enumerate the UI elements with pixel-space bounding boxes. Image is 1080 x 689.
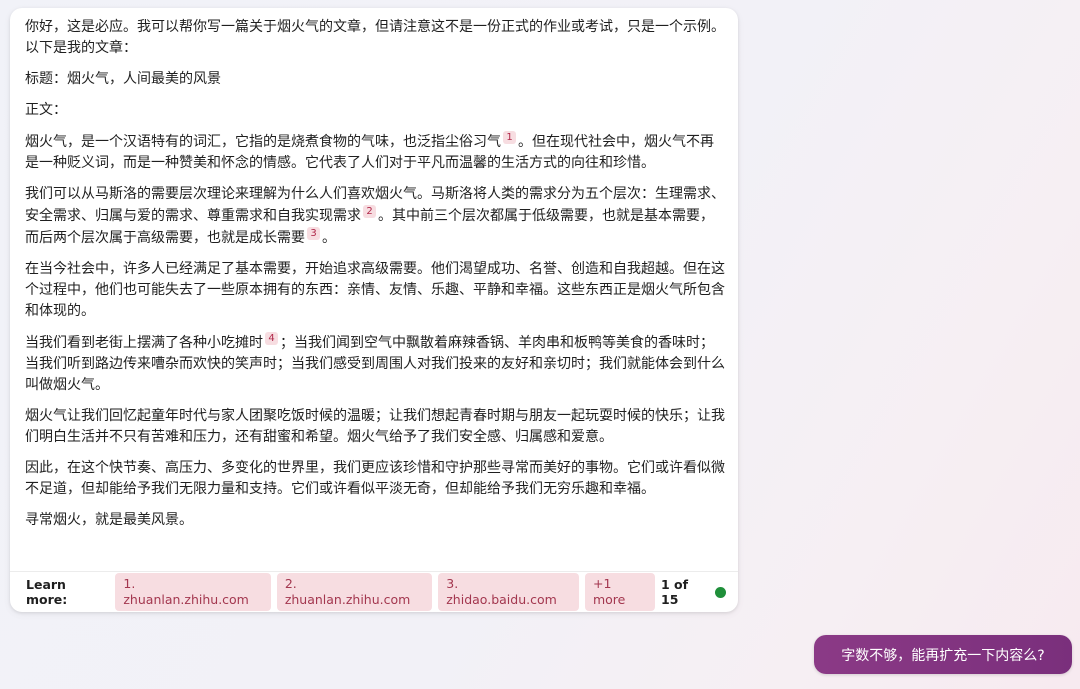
paragraph-3: 在当今社会中，许多人已经满足了基本需要，开始追求高级需要。他们渴望成功、名誉、创… xyxy=(25,261,725,319)
paragraph-2-text-c: 。 xyxy=(322,230,336,246)
paragraph-6: 因此，在这个快节奏、高压力、多变化的世界里，我们更应该珍惜和守护那些寻常而美好的… xyxy=(25,460,725,497)
status-dot-icon xyxy=(715,586,726,598)
response-text: 你好，这是必应。我可以帮你写一篇关于烟火气的文章，但请注意这不是一份正式的作业或… xyxy=(25,17,725,541)
more-sources-button[interactable]: +1 more xyxy=(584,573,655,611)
source-link-3[interactable]: 3. zhidao.baidu.com xyxy=(438,573,579,611)
body-label: 正文： xyxy=(25,102,67,118)
paragraph-4: 当我们看到老街上摆满了各种小吃摊时 4 ；当我们闻到空气中飘散着麻辣香锅、羊肉串和板… xyxy=(25,332,725,396)
citation-4[interactable]: 4 xyxy=(265,332,278,345)
learn-more-footer: Learn more: 1. zhuanlan.zhihu.com 2. zhu… xyxy=(26,573,726,611)
citation-1[interactable]: 1 xyxy=(503,131,516,144)
intro-paragraph: 你好，这是必应。我可以帮你写一篇关于烟火气的文章，但请注意这不是一份正式的作业或… xyxy=(25,19,725,56)
source-link-2[interactable]: 2. zhuanlan.zhihu.com xyxy=(276,573,433,611)
paragraph-5: 烟火气让我们回忆起童年时代与家人团聚吃饭时候的温暖；让我们想起青春时期与朋友一起… xyxy=(25,408,725,445)
source-link-1[interactable]: 1. zhuanlan.zhihu.com xyxy=(115,573,271,611)
assistant-response-card: 你好，这是必应。我可以帮你写一篇关于烟火气的文章，但请注意这不是一份正式的作业或… xyxy=(10,8,738,612)
article-title: 标题：烟火气，人间最美的风景 xyxy=(25,71,221,87)
paragraph-2: 我们可以从马斯洛的需要层次理论来理解为什么人们喜欢烟火气。马斯洛将人类的需求分为… xyxy=(25,184,725,249)
paragraph-4-text-a: 当我们看到老街上摆满了各种小吃摊时 xyxy=(25,335,263,351)
paragraph-1: 烟火气，是一个汉语特有的词汇，它指的是烧煮食物的气味，也泛指尘俗习气 1 。但在现代… xyxy=(25,131,725,174)
paragraph-1-text-a: 烟火气，是一个汉语特有的词汇，它指的是烧煮食物的气味，也泛指尘俗习气 xyxy=(25,134,501,150)
citation-3[interactable]: 3 xyxy=(307,227,320,240)
citation-2[interactable]: 2 xyxy=(363,205,376,218)
learn-more-label: Learn more: xyxy=(26,577,68,607)
paragraph-7: 寻常烟火，就是最美风景。 xyxy=(25,512,193,528)
user-message-text: 字数不够，能再扩充一下内容么? xyxy=(841,647,1045,664)
turn-counter: 1 of 15 xyxy=(661,577,689,607)
footer-divider xyxy=(10,571,738,572)
user-message-bubble: 字数不够，能再扩充一下内容么? xyxy=(814,635,1072,674)
